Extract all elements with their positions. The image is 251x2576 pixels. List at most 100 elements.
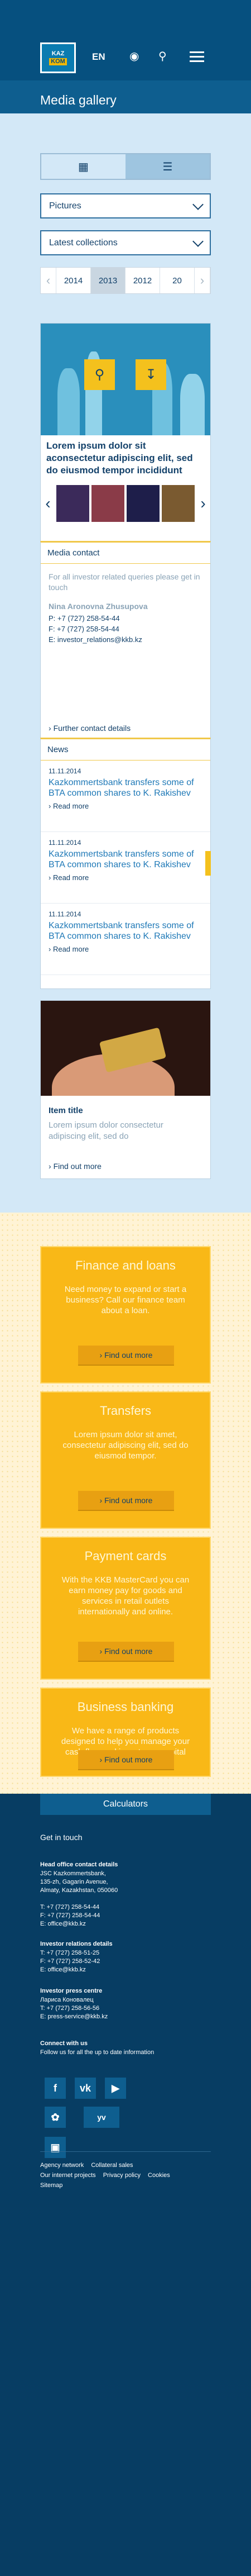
year-tab[interactable]: 2012	[126, 268, 160, 293]
phone-line: T: +7 (727) 258-51-25	[40, 1950, 100, 1956]
news-title: News	[41, 739, 210, 761]
yvision-icon[interactable]: yv	[84, 2107, 119, 2128]
search-icon[interactable]: ⚲	[158, 49, 167, 63]
find-out-more-button[interactable]: › Find out more	[78, 1346, 174, 1366]
item-description: Lorem ipsum dolor consectetur adipiscing…	[49, 1120, 163, 1141]
news-date: 11.11.2014	[49, 839, 81, 847]
button-label: Find out more	[104, 1351, 153, 1360]
address-line: Almaty, Kazakhstan, 050060	[40, 1887, 118, 1894]
fax-line: F: +7 (727) 258-54-44	[40, 1912, 100, 1919]
footer-divider	[40, 2151, 211, 2152]
menu-icon[interactable]	[190, 51, 204, 62]
youtube-icon[interactable]: ▶	[105, 2078, 126, 2099]
address-line: 135-zh, Gagarin Avenue,	[40, 1879, 108, 1885]
footer-link[interactable]: Privacy policy	[103, 2172, 141, 2179]
collection-select[interactable]: Latest collections	[40, 230, 211, 255]
vk-icon[interactable]: vk	[75, 2078, 96, 2099]
year-tab[interactable]: 2014	[56, 268, 91, 293]
investor-relations-title: Investor relations details	[40, 1941, 113, 1947]
next-year-arrow[interactable]: ›	[195, 268, 210, 293]
year-tab-selected[interactable]: 2013	[91, 268, 126, 293]
connect-title: Connect with us	[40, 2040, 88, 2047]
further-contact-link[interactable]: › Further contact details	[49, 724, 131, 733]
news-item: 11.11.2014 Kazkommertsbank transfers som…	[41, 904, 210, 975]
chevron-left-icon[interactable]: ‹	[41, 481, 55, 526]
promo-title: Business banking	[77, 1700, 174, 1714]
news-headline[interactable]: Kazkommertsbank transfers some of BTA co…	[49, 849, 202, 870]
news-item: 11.11.2014 Kazkommertsbank transfers som…	[41, 832, 210, 904]
thumbnail[interactable]	[56, 485, 89, 522]
news-headline[interactable]: Kazkommertsbank transfers some of BTA co…	[49, 777, 202, 799]
email-line[interactable]: E: press-service@kkb.kz	[40, 2013, 207, 2021]
footer-link[interactable]: Cookies	[148, 2172, 170, 2179]
promo-card-payment: Payment cards With the KKB MasterCard yo…	[40, 1537, 211, 1680]
zoom-button[interactable]: ⚲	[84, 359, 115, 390]
contact-fax: F: +7 (727) 258-54-44	[49, 625, 119, 633]
contact-email[interactable]: E: investor_relations@kkb.kz	[41, 634, 210, 645]
footer-link[interactable]: Our internet projects	[40, 2172, 96, 2179]
location-icon[interactable]: ◉	[129, 49, 139, 63]
grid-view-button[interactable]: ▦	[41, 154, 126, 179]
read-more-link[interactable]: › Read more	[49, 802, 202, 810]
media-contact-title: Media contact	[41, 543, 210, 564]
promo-title: Payment cards	[84, 1549, 167, 1563]
twitter-icon[interactable]: ✿	[45, 2107, 66, 2128]
button-label: Find out more	[104, 1755, 153, 1764]
logo[interactable]: KAZ KOM	[40, 42, 76, 73]
read-more-link[interactable]: › Read more	[49, 873, 202, 882]
grid-icon: ▦	[78, 160, 89, 173]
find-out-more-button[interactable]: › Find out more	[78, 1491, 174, 1511]
get-in-touch-title: Get in touch	[40, 1833, 83, 1842]
chevron-down-icon	[192, 198, 204, 210]
news-date: 11.11.2014	[49, 767, 81, 775]
thumbnail[interactable]	[127, 485, 160, 522]
news-scrollbar[interactable]	[205, 851, 211, 876]
item-card: Item title Lorem ipsum dolor consectetur…	[40, 1000, 211, 1179]
find-out-more-button[interactable]: › Find out more	[78, 1642, 174, 1662]
footer-link[interactable]: Collateral sales	[91, 2162, 133, 2169]
footer-link[interactable]: Sitemap	[40, 2182, 62, 2189]
find-out-more-label: Find out more	[53, 1162, 102, 1171]
contact-phone: P: +7 (727) 258-54-44	[49, 614, 120, 622]
item-image	[41, 1001, 210, 1096]
promo-text: With the KKB MasterCard you can earn mon…	[61, 1575, 190, 1617]
promo-section: Finance and loans Need money to expand o…	[0, 1213, 251, 1794]
footer-link[interactable]: Agency network	[40, 2162, 84, 2169]
read-more-label: Read more	[52, 945, 89, 953]
instagram-icon[interactable]: ▣	[45, 2137, 66, 2158]
list-view-button[interactable]: ☰	[126, 154, 210, 179]
media-contact-note: For all investor related queries please …	[49, 572, 200, 592]
press-centre-details: Лариса Коновалец T: +7 (727) 258-56-56 E…	[40, 1996, 207, 2021]
thumbnail[interactable]	[162, 485, 195, 522]
year-pager: ‹ 2014 2013 2012 20 ›	[40, 267, 211, 294]
year-tab[interactable]: 20	[160, 268, 195, 293]
phone-line: T: +7 (727) 258-56-56	[40, 2005, 100, 2012]
promo-title: Finance and loans	[75, 1258, 176, 1272]
type-select[interactable]: Pictures	[40, 193, 211, 218]
thumbnail[interactable]	[91, 485, 124, 522]
media-contact-card: Media contact For all investor related q…	[40, 541, 211, 753]
type-select-value: Pictures	[49, 201, 81, 211]
contact-name: Nina Aronovna Zhusupova	[49, 602, 148, 611]
download-button[interactable]: ↧	[136, 359, 166, 390]
gallery-hero-image: ⚲ ↧	[41, 324, 210, 435]
fax-line: F: +7 (727) 258-52-42	[40, 1958, 100, 1965]
find-out-more-link[interactable]: › Find out more	[49, 1162, 102, 1171]
thumbnail-strip: ‹ ›	[41, 481, 210, 526]
news-headline[interactable]: Kazkommertsbank transfers some of BTA co…	[49, 920, 202, 942]
gallery-caption: Lorem ipsum dolor sit aconsectetur adipi…	[46, 440, 193, 476]
find-out-more-button[interactable]: › Find out more	[78, 1750, 174, 1770]
chevron-right-icon[interactable]: ›	[196, 481, 210, 526]
calculators-button[interactable]: Calculators	[40, 1794, 211, 1815]
prev-year-arrow[interactable]: ‹	[41, 268, 56, 293]
further-contact-label: Further contact details	[53, 724, 131, 733]
email-line[interactable]: E: office@kkb.kz	[40, 1920, 207, 1928]
read-more-link[interactable]: › Read more	[49, 945, 202, 953]
news-card: News 11.11.2014 Kazkommertsbank transfer…	[40, 738, 211, 989]
button-label: Find out more	[104, 1647, 153, 1656]
language-switch[interactable]: EN	[92, 51, 105, 63]
email-line[interactable]: E: office@kkb.kz	[40, 1966, 207, 1974]
read-more-label: Read more	[52, 802, 89, 810]
facebook-icon[interactable]: f	[45, 2078, 66, 2099]
button-label: Find out more	[104, 1496, 153, 1505]
